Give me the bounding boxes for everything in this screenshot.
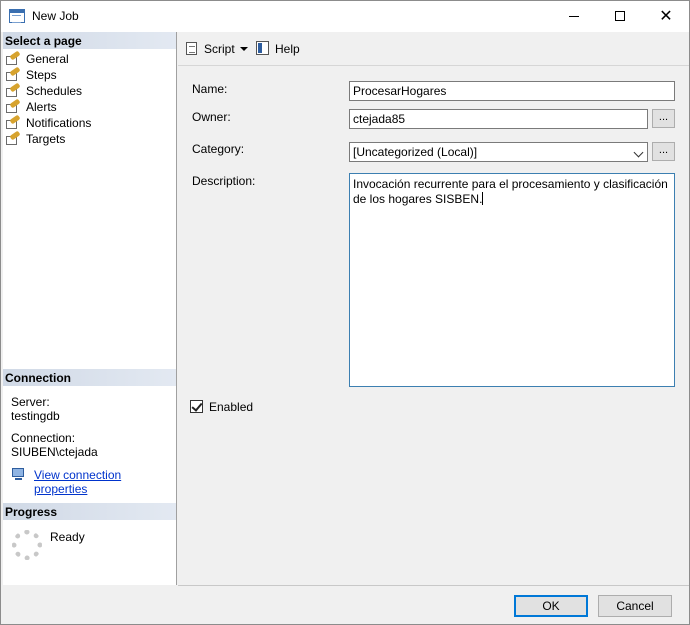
description-text: Invocación recurrente para el procesamie… [353, 177, 668, 206]
page-item-label: Notifications [26, 116, 92, 130]
text-caret [482, 192, 484, 205]
minimize-icon [569, 15, 579, 17]
page-item-general[interactable]: General [5, 50, 91, 67]
cancel-button[interactable]: Cancel [598, 595, 672, 617]
close-icon: ✕ [659, 6, 673, 25]
page-wrench-icon [5, 50, 21, 66]
select-page-header: Select a page [3, 32, 176, 49]
new-job-dialog: New Job ✕ Select a page General Steps Sc… [0, 0, 690, 625]
page-wrench-icon [5, 66, 21, 82]
page-item-schedules[interactable]: Schedules [5, 82, 91, 99]
progress-status: Ready [50, 530, 85, 544]
window-title: New Job [32, 9, 79, 23]
page-item-steps[interactable]: Steps [5, 66, 91, 83]
connection-header: Connection [3, 369, 176, 386]
left-pane: Select a page General Steps Schedules Al… [3, 32, 177, 585]
script-icon[interactable] [184, 41, 200, 57]
view-connection-properties-link[interactable]: View connection properties [34, 468, 176, 496]
owner-input[interactable]: ctejada85 [349, 109, 648, 129]
enabled-label[interactable]: Enabled [209, 400, 253, 414]
page-item-label: General [26, 52, 69, 66]
description-label: Description: [192, 174, 256, 188]
connection-value: SIUBEN\ctejada [11, 445, 98, 459]
toolbar-divider [178, 65, 689, 66]
page-item-alerts[interactable]: Alerts [5, 98, 91, 115]
server-label: Server: [11, 395, 50, 409]
page-list: General Steps Schedules Alerts Notificat… [5, 50, 92, 147]
page-item-label: Alerts [26, 100, 57, 114]
page-wrench-icon [5, 82, 21, 98]
progress-spinner-icon [12, 530, 42, 560]
footer-divider [178, 585, 689, 586]
category-label: Category: [192, 142, 245, 156]
category-select[interactable]: [Uncategorized (Local)] [349, 142, 648, 162]
name-label: Name: [192, 82, 228, 96]
page-item-notifications[interactable]: Notifications [5, 114, 92, 131]
maximize-button[interactable] [597, 1, 643, 31]
close-button[interactable]: ✕ [643, 1, 689, 31]
help-icon[interactable] [255, 40, 271, 56]
page-item-label: Targets [26, 132, 66, 146]
app-window-icon [9, 9, 25, 23]
server-value: testingdb [11, 409, 60, 423]
owner-browse-button[interactable]: ... [652, 109, 675, 128]
page-item-label: Steps [26, 68, 57, 82]
page-item-targets[interactable]: Targets [5, 130, 91, 147]
progress-header: Progress [3, 503, 176, 520]
owner-label: Owner: [192, 110, 231, 124]
category-browse-button[interactable]: ... [652, 142, 675, 161]
ok-button[interactable]: OK [514, 595, 588, 617]
script-button[interactable]: Script [204, 42, 235, 56]
page-item-label: Schedules [26, 84, 83, 98]
minimize-button[interactable] [551, 1, 597, 31]
name-input[interactable]: ProcesarHogares [349, 81, 675, 101]
description-textarea[interactable]: Invocación recurrente para el procesamie… [349, 173, 675, 387]
page-wrench-icon [5, 98, 21, 114]
help-button[interactable]: Help [275, 42, 300, 56]
page-wrench-icon [5, 114, 21, 130]
enabled-checkbox[interactable] [190, 400, 203, 413]
script-dropdown-arrow-icon[interactable] [240, 47, 248, 51]
toolbar: Script Help [178, 32, 689, 65]
maximize-icon [615, 11, 625, 21]
connection-properties-icon [11, 467, 27, 481]
title-bar: New Job ✕ [1, 1, 689, 32]
connection-label: Connection: [11, 431, 76, 445]
page-wrench-icon [5, 130, 21, 146]
